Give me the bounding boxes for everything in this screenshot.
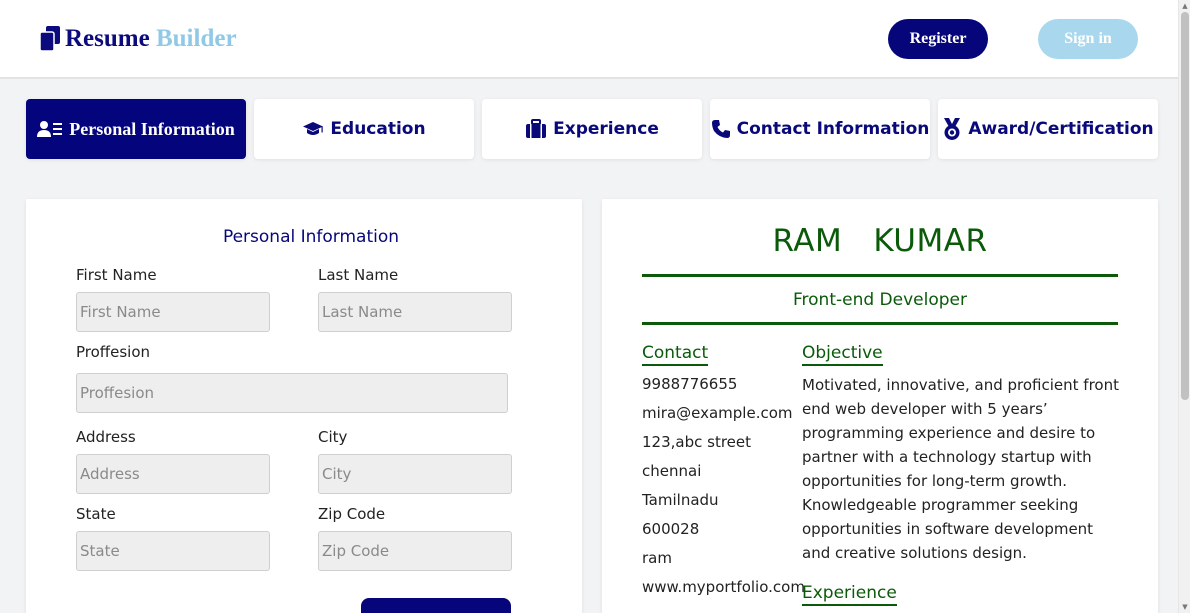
contact-zip: 600028	[642, 520, 700, 538]
contact-street: 123,abc street	[642, 433, 751, 451]
resume-job-title: Front-end Developer	[793, 290, 967, 310]
tab-label: Personal Information	[69, 118, 235, 139]
phone-icon	[711, 120, 730, 138]
resume-name: RAM KUMAR	[602, 223, 1158, 259]
experience-heading: Experience	[802, 583, 897, 606]
city-input[interactable]	[318, 454, 512, 494]
tab-label: Contact Information	[736, 119, 930, 139]
resume-first-name: RAM	[772, 223, 843, 259]
graduation-cap-icon	[303, 122, 324, 135]
tab-label: Experience	[553, 119, 659, 139]
scroll-down-arrow-icon[interactable]: ▼	[1181, 603, 1189, 611]
user-list-icon	[37, 121, 63, 137]
contact-heading: Contact	[642, 343, 709, 366]
resume-preview: RAM KUMAR Front-end Developer Contact 99…	[602, 199, 1158, 613]
divider	[642, 322, 1118, 325]
award-medal-icon	[944, 118, 961, 140]
tab-personal-information[interactable]: Personal Information	[26, 99, 246, 159]
tab-label: Award/Certification	[968, 119, 1154, 139]
contact-email: mira@example.com	[642, 404, 793, 422]
contact-state: Tamilnadu	[642, 491, 719, 509]
resume-last-name: KUMAR	[873, 223, 988, 259]
app-logo[interactable]: Resume Builder	[38, 24, 237, 54]
profession-input[interactable]	[76, 373, 508, 413]
objective-heading: Objective	[802, 343, 883, 366]
next-button[interactable]: Next	[361, 598, 511, 613]
app-logo-text: Resume Builder	[65, 25, 237, 53]
tab-education[interactable]: Education	[254, 99, 474, 159]
scroll-up-arrow-icon[interactable]: ▲	[1181, 2, 1189, 10]
profession-label: Proffesion	[76, 343, 151, 361]
personal-info-form: Personal Information First Name Last Nam…	[26, 199, 582, 613]
tab-label: Education	[330, 119, 426, 139]
first-name-input[interactable]	[76, 292, 270, 332]
scrollbar-thumb[interactable]	[1181, 12, 1189, 400]
address-input[interactable]	[76, 454, 270, 494]
briefcase-icon	[526, 119, 547, 138]
contact-city: chennai	[642, 462, 702, 480]
last-name-label: Last Name	[318, 266, 399, 284]
tab-experience[interactable]: Experience	[482, 99, 702, 159]
zip-code-input[interactable]	[318, 531, 512, 571]
tab-contact-information[interactable]: Contact Information	[710, 99, 930, 159]
logo-text-part1: Resume	[65, 25, 150, 52]
logo-text-part2: Builder	[155, 25, 237, 52]
objective-text: Motivated, innovative, and proficient fr…	[802, 376, 1119, 562]
contact-website: www.myportfolio.com	[642, 578, 805, 596]
contact-username: ram	[642, 549, 672, 567]
zip-code-label: Zip Code	[318, 505, 386, 523]
state-label: State	[76, 505, 116, 523]
tab-award-certification[interactable]: Award/Certification	[938, 99, 1158, 159]
page-scrollbar[interactable]: ▲ ▼	[1178, 0, 1190, 613]
last-name-input[interactable]	[318, 292, 512, 332]
contact-phone: 9988776655	[642, 375, 738, 393]
top-navbar: Resume Builder Register Sign in	[0, 0, 1178, 79]
divider	[642, 274, 1118, 277]
city-label: City	[318, 428, 348, 446]
register-button[interactable]: Register	[888, 19, 988, 59]
document-icon	[39, 26, 60, 52]
signin-button[interactable]: Sign in	[1038, 19, 1138, 59]
first-name-label: First Name	[76, 266, 157, 284]
address-label: Address	[76, 428, 136, 446]
form-title: Personal Information	[222, 227, 400, 247]
state-input[interactable]	[76, 531, 270, 571]
